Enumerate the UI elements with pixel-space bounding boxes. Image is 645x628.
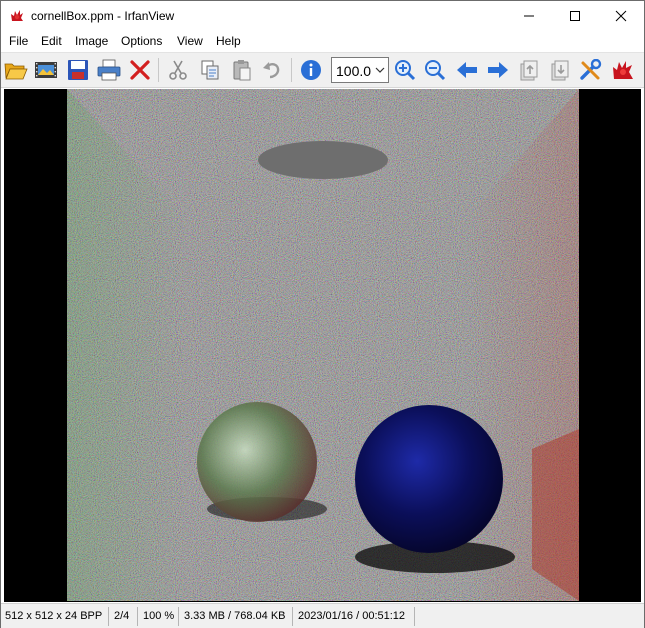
- status-divider: [292, 607, 293, 626]
- toolbar-separator: [158, 58, 159, 82]
- zoom-value: 100.0: [336, 63, 372, 79]
- zoom-combobox[interactable]: 100.0: [331, 57, 389, 83]
- menu-view[interactable]: View: [177, 34, 203, 48]
- minimize-icon: [524, 15, 534, 17]
- paste-icon: [233, 60, 251, 81]
- close-button[interactable]: [598, 1, 644, 31]
- open-button[interactable]: [3, 57, 29, 83]
- zoom-in-button[interactable]: [392, 57, 418, 83]
- delete-button[interactable]: [127, 57, 153, 83]
- copy-button[interactable]: [197, 57, 223, 83]
- status-index: 2/4: [114, 610, 130, 622]
- cut-button[interactable]: [165, 57, 191, 83]
- settings-icon: [580, 59, 602, 80]
- last-page-button[interactable]: [547, 57, 573, 83]
- status-divider: [137, 607, 138, 626]
- irfanview-window: cornellBox.ppm - IrfanView File Edit Ima…: [0, 0, 645, 628]
- status-zoom: 100 %: [143, 610, 175, 622]
- cornell-box-image: [67, 89, 579, 601]
- slideshow-button[interactable]: [33, 57, 59, 83]
- status-file-size: 3.33 MB / 768.04 KB: [184, 610, 286, 622]
- zoom-out-button[interactable]: [422, 57, 448, 83]
- undo-icon: [263, 62, 280, 79]
- print-button[interactable]: [96, 57, 122, 83]
- open-folder-icon: [4, 63, 28, 80]
- slideshow-icon: [35, 62, 57, 78]
- next-icon: [488, 62, 508, 78]
- previous-icon: [457, 62, 477, 78]
- about-button[interactable]: [610, 57, 636, 83]
- save-icon: [68, 60, 88, 80]
- status-divider: [108, 607, 109, 626]
- first-page-button[interactable]: [516, 57, 542, 83]
- chevron-down-icon: [375, 67, 385, 73]
- maximize-icon: [570, 11, 580, 21]
- paste-button[interactable]: [229, 57, 255, 83]
- close-icon: [615, 10, 627, 22]
- menu-file[interactable]: File: [9, 34, 28, 48]
- menu-edit[interactable]: Edit: [41, 34, 62, 48]
- irfanview-app-icon[interactable]: [9, 8, 25, 24]
- status-divider: [414, 607, 415, 626]
- first-page-icon: [520, 60, 538, 81]
- menu-help[interactable]: Help: [216, 34, 241, 48]
- menu-bar: File Edit Image Options View Help: [1, 31, 644, 51]
- delete-icon: [130, 60, 150, 80]
- toolbar: 100.0: [1, 52, 644, 88]
- title-bar: cornellBox.ppm - IrfanView: [1, 1, 644, 31]
- zoom-out-icon: [425, 60, 446, 81]
- previous-button[interactable]: [454, 57, 480, 83]
- menu-image[interactable]: Image: [75, 34, 108, 48]
- status-bar: 512 x 512 x 24 BPP 2/4 100 % 3.33 MB / 7…: [1, 603, 644, 628]
- next-button[interactable]: [485, 57, 511, 83]
- maximize-button[interactable]: [552, 1, 598, 31]
- image-viewer[interactable]: [4, 89, 641, 602]
- status-divider: [178, 607, 179, 626]
- info-button[interactable]: [298, 57, 324, 83]
- irfanview-logo-icon: [613, 61, 633, 79]
- cornell-box-render: [67, 89, 579, 601]
- menu-options[interactable]: Options: [121, 34, 162, 48]
- cut-icon: [169, 60, 187, 80]
- last-page-icon: [551, 60, 569, 81]
- status-datetime: 2023/01/16 / 00:51:12: [298, 610, 406, 622]
- copy-icon: [201, 60, 219, 80]
- save-button[interactable]: [65, 57, 91, 83]
- undo-button[interactable]: [259, 57, 285, 83]
- window-title: cornellBox.ppm - IrfanView: [31, 9, 175, 23]
- info-icon: [301, 60, 321, 80]
- minimize-button[interactable]: [506, 1, 552, 31]
- status-dimensions: 512 x 512 x 24 BPP: [5, 610, 103, 622]
- settings-button[interactable]: [578, 57, 604, 83]
- print-icon: [97, 59, 121, 81]
- toolbar-separator: [291, 58, 292, 82]
- zoom-in-icon: [395, 60, 416, 81]
